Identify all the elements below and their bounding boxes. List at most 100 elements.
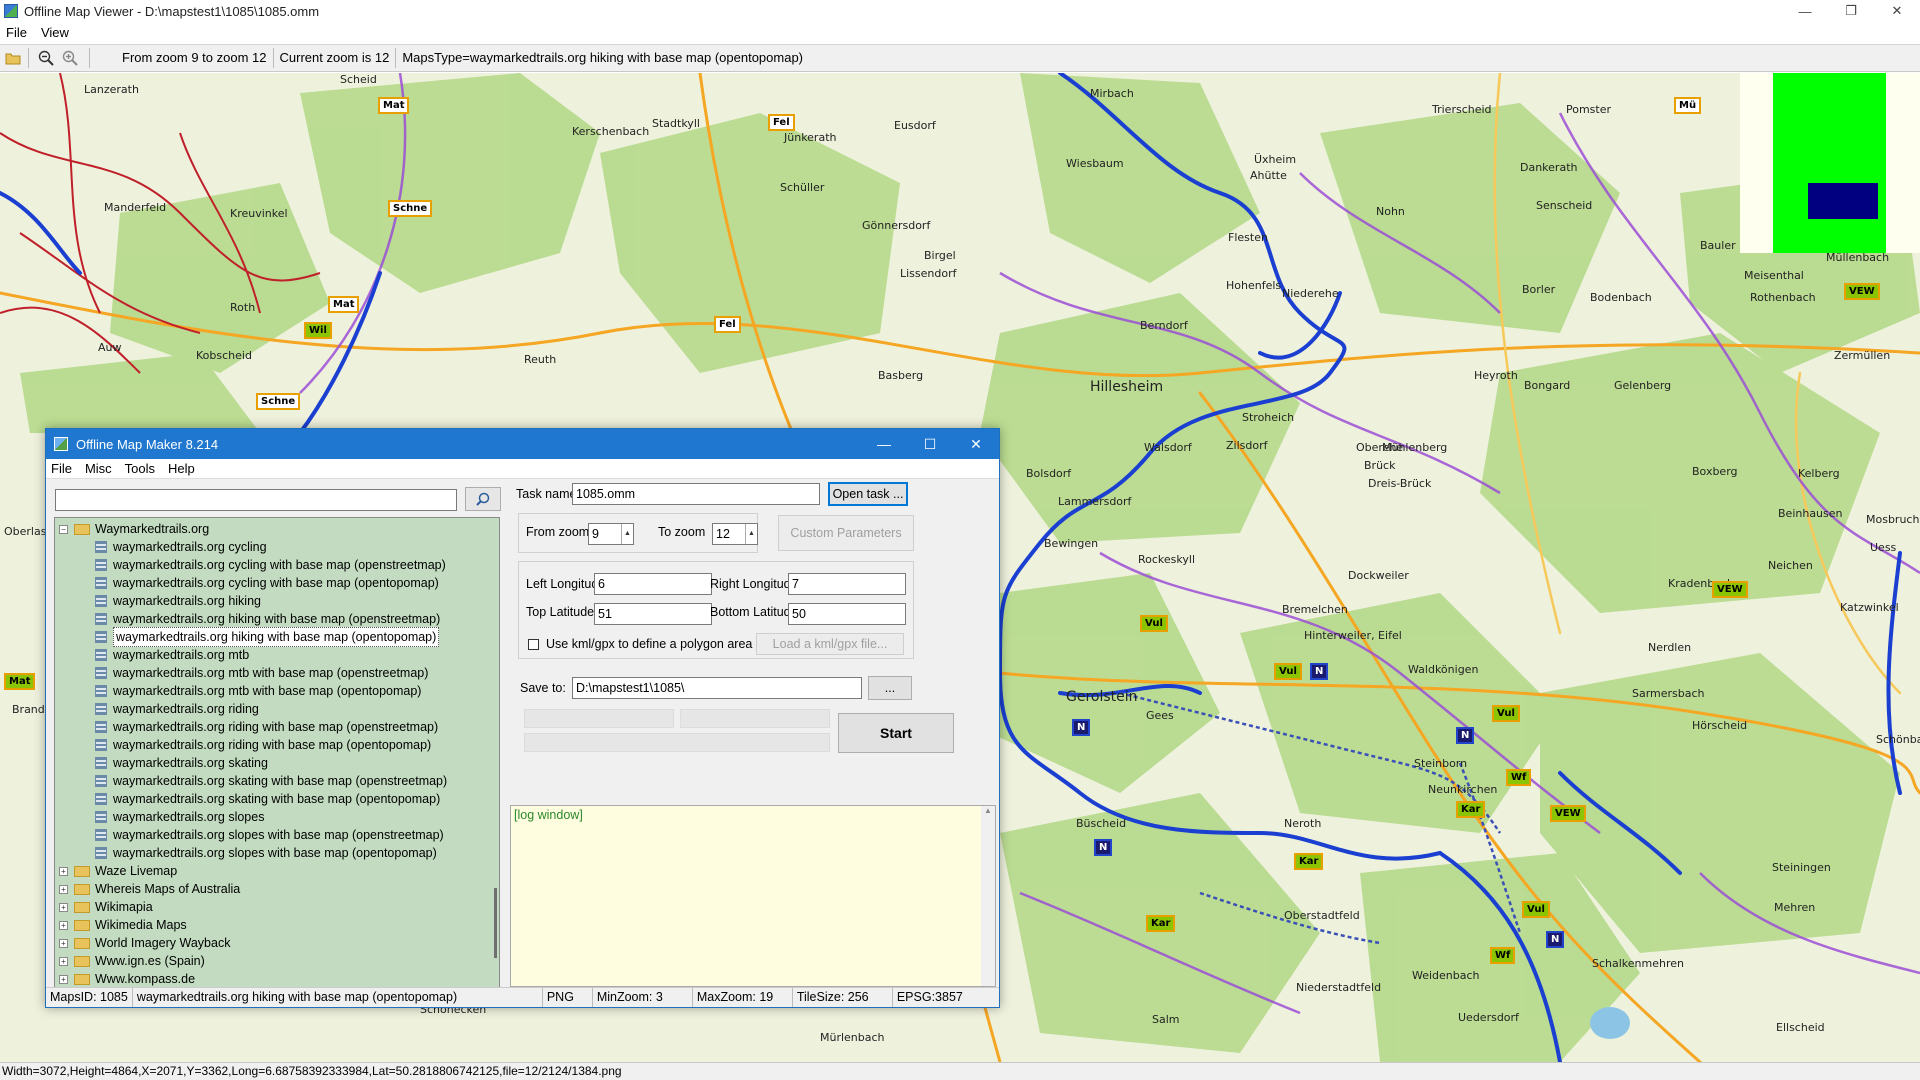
expand-icon[interactable]: +	[59, 956, 68, 966]
tree-item[interactable]: waymarkedtrails.org hiking with base map…	[95, 610, 440, 628]
maps-type-text: MapsType=waymarkedtrails.org hiking with…	[402, 50, 803, 65]
spinner-arrows-icon[interactable]: ▲▼	[621, 524, 633, 544]
menu-view[interactable]: View	[41, 25, 69, 40]
tree-item[interactable]: waymarkedtrails.org mtb	[95, 646, 249, 664]
tree-scrollbar[interactable]	[489, 518, 499, 992]
log-window[interactable]: [log window] ▲	[510, 805, 996, 987]
tree-item[interactable]: waymarkedtrails.org riding with base map…	[95, 718, 438, 736]
close-button[interactable]: ✕	[1874, 0, 1920, 22]
dialog-menu-help[interactable]: Help	[168, 461, 195, 476]
dialog-maximize-button[interactable]: ☐	[907, 429, 953, 459]
dialog-statusbar: MapsID: 1085 waymarkedtrails.org hiking …	[46, 987, 999, 1007]
place-label: Lammersdorf	[1058, 495, 1132, 508]
tree-folder[interactable]: + Www.kompass.de	[59, 970, 195, 988]
tree-scrollbar-thumb[interactable]	[494, 888, 497, 958]
custom-parameters-button[interactable]: Custom Parameters	[778, 515, 914, 551]
dialog-close-button[interactable]: ✕	[953, 429, 999, 459]
tree-item[interactable]: waymarkedtrails.org slopes with base map…	[95, 826, 444, 844]
place-label: Niederehe	[1282, 287, 1339, 300]
folder-icon	[74, 919, 90, 931]
left-longitude-field[interactable]: 6	[594, 573, 712, 595]
expand-icon[interactable]: +	[59, 920, 68, 930]
restore-button[interactable]: ❐	[1828, 0, 1874, 22]
minimize-button[interactable]: —	[1782, 0, 1828, 22]
place-label: Dockweiler	[1348, 569, 1409, 582]
tree-item[interactable]: waymarkedtrails.org hiking with base map…	[95, 627, 440, 647]
route-badge: N	[1546, 931, 1565, 948]
tree-item[interactable]: waymarkedtrails.org skating	[95, 754, 268, 772]
dialog-menu-tools[interactable]: Tools	[125, 461, 155, 476]
minimap-viewport[interactable]	[1808, 183, 1878, 219]
expand-icon[interactable]: +	[59, 974, 68, 984]
kml-checkbox[interactable]	[528, 639, 539, 650]
open-task-button[interactable]: Open task ...	[828, 482, 908, 506]
save-to-label: Save to:	[520, 681, 566, 695]
expand-icon[interactable]: +	[59, 902, 68, 912]
place-label: Oberlas	[4, 525, 47, 538]
spinner-arrows-icon[interactable]: ▲▼	[745, 524, 757, 544]
route-badge: N	[1094, 839, 1113, 856]
route-badge: Vul	[1140, 615, 1168, 632]
dialog-minimize-button[interactable]: —	[861, 429, 907, 459]
main-titlebar: Offline Map Viewer - D:\mapstest1\1085\1…	[0, 0, 1920, 22]
tree-item[interactable]: waymarkedtrails.org cycling with base ma…	[95, 574, 439, 592]
status-min-zoom: MinZoom: 3	[593, 988, 693, 1007]
start-button[interactable]: Start	[838, 713, 954, 753]
open-folder-icon[interactable]	[2, 47, 24, 69]
expand-icon[interactable]: +	[59, 884, 68, 894]
zoom-in-icon[interactable]	[59, 47, 81, 69]
dialog-menu-misc[interactable]: Misc	[85, 461, 112, 476]
maps-search-input[interactable]	[55, 489, 457, 511]
tree-item[interactable]: waymarkedtrails.org cycling with base ma…	[95, 556, 446, 574]
to-zoom-spinner[interactable]: 12 ▲▼	[712, 523, 758, 545]
tree-folder[interactable]: + Waze Livemap	[59, 862, 177, 880]
expand-icon[interactable]: +	[59, 866, 68, 876]
tree-item[interactable]: waymarkedtrails.org riding with base map…	[95, 736, 431, 754]
folder-open-icon	[74, 523, 90, 535]
place-label: Eusdorf	[894, 119, 936, 132]
tree-item[interactable]: waymarkedtrails.org cycling	[95, 538, 267, 556]
load-kml-button[interactable]: Load a kml/gpx file...	[756, 633, 904, 655]
tree-item[interactable]: waymarkedtrails.org hiking	[95, 592, 261, 610]
maps-tree[interactable]: − Waymarkedtrails.org waymarkedtrails.or…	[54, 517, 500, 993]
bottom-latitude-field[interactable]: 50	[788, 603, 906, 625]
tree-folder[interactable]: + Www.ign.es (Spain)	[59, 952, 205, 970]
app-icon	[4, 4, 18, 18]
from-zoom-spinner[interactable]: 9 ▲▼	[588, 523, 634, 545]
tree-item[interactable]: waymarkedtrails.org skating with base ma…	[95, 772, 447, 790]
place-label: Walsdorf	[1144, 441, 1192, 454]
overview-minimap[interactable]	[1740, 73, 1920, 253]
tree-folder[interactable]: + World Imagery Wayback	[59, 934, 230, 952]
route-badge: Vul	[1274, 663, 1302, 680]
dialog-menu-file[interactable]: File	[51, 461, 72, 476]
tree-item[interactable]: waymarkedtrails.org riding	[95, 700, 259, 718]
search-button[interactable]	[465, 487, 501, 511]
search-icon	[476, 492, 490, 506]
place-label: Auw	[98, 341, 122, 354]
top-latitude-field[interactable]: 51	[594, 603, 712, 625]
tree-folder-waymarkedtrails[interactable]: − Waymarkedtrails.org	[59, 520, 209, 538]
tree-item[interactable]: waymarkedtrails.org slopes with base map…	[95, 844, 437, 862]
collapse-icon[interactable]: −	[59, 524, 68, 534]
map-layer-icon	[95, 847, 107, 859]
tree-item[interactable]: waymarkedtrails.org slopes	[95, 808, 264, 826]
task-name-field[interactable]: 1085.omm	[572, 483, 820, 505]
tree-item[interactable]: waymarkedtrails.org skating with base ma…	[95, 790, 440, 808]
tree-folder[interactable]: + Wikimapia	[59, 898, 153, 916]
expand-icon[interactable]: +	[59, 938, 68, 948]
tree-item[interactable]: waymarkedtrails.org mtb with base map (o…	[95, 664, 428, 682]
browse-button[interactable]: ...	[868, 676, 912, 700]
status-tile-size: TileSize: 256	[793, 988, 893, 1007]
place-label: Wiesbaum	[1066, 157, 1124, 170]
place-label: Flesten	[1228, 231, 1268, 244]
tree-item[interactable]: waymarkedtrails.org mtb with base map (o…	[95, 682, 421, 700]
save-to-field[interactable]: D:\mapstest1\1085\	[572, 677, 862, 699]
tree-folder[interactable]: + Wikimedia Maps	[59, 916, 187, 934]
right-longitude-field[interactable]: 7	[788, 573, 906, 595]
log-scrollbar[interactable]: ▲	[981, 806, 995, 986]
zoom-out-icon[interactable]	[35, 47, 57, 69]
route-badge: N	[1310, 663, 1329, 680]
place-label: Waldkönigen	[1408, 663, 1479, 676]
menu-file[interactable]: File	[6, 25, 27, 40]
tree-folder[interactable]: + Whereis Maps of Australia	[59, 880, 240, 898]
